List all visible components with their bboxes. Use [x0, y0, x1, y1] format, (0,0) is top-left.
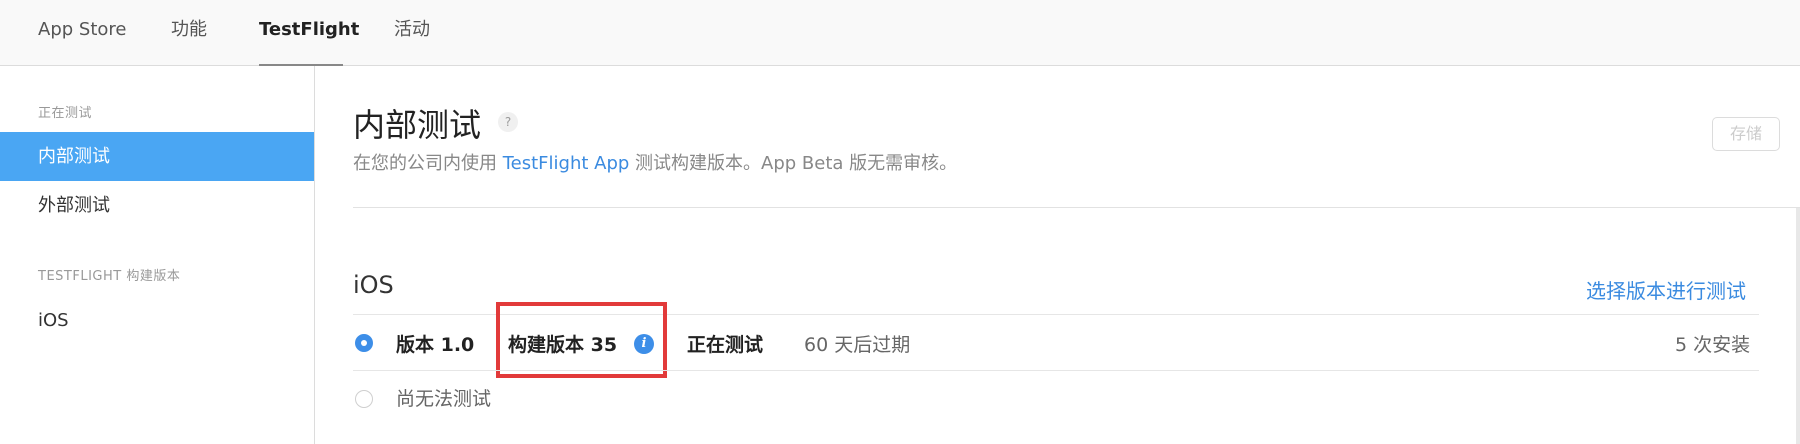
unavailable-label: 尚无法测试	[396, 388, 492, 410]
sidebar-section-testing: 正在测试	[38, 106, 93, 121]
tab-testflight[interactable]: TestFlight	[259, 0, 359, 66]
scroll-edge	[1796, 208, 1800, 444]
subtitle-text-pre: 在您的公司内使用	[353, 153, 503, 174]
tab-activity[interactable]: 活动	[394, 0, 430, 66]
sidebar-item-internal-testing[interactable]: 内部测试	[0, 132, 314, 181]
install-count: 5 次安装	[1675, 334, 1751, 356]
status-label: 正在测试	[687, 334, 764, 356]
save-button[interactable]: 存储	[1712, 117, 1780, 151]
page-subtitle: 在您的公司内使用 TestFlight App 测试构建版本。App Beta …	[353, 149, 957, 175]
testflight-app-link[interactable]: TestFlight App	[503, 153, 630, 174]
build-highlight-box	[496, 302, 667, 378]
subtitle-text-post: 测试构建版本。App Beta 版无需审核。	[629, 153, 958, 174]
tab-features[interactable]: 功能	[171, 0, 207, 66]
main-content: 内部测试 ? 在您的公司内使用 TestFlight App 测试构建版本。Ap…	[315, 66, 1800, 444]
tab-app-store[interactable]: App Store	[38, 0, 126, 66]
page-title: 内部测试	[353, 106, 482, 144]
header-divider	[353, 207, 1800, 208]
sidebar-section-builds: TESTFLIGHT 构建版本	[38, 269, 181, 284]
build-radio-selected[interactable]	[355, 334, 373, 352]
top-tab-bar: App Store 功能 TestFlight 活动	[0, 0, 1800, 66]
sidebar-item-external-testing[interactable]: 外部测试	[0, 181, 314, 230]
version-label: 版本 1.0	[396, 334, 475, 356]
row-divider	[353, 370, 1759, 371]
help-icon[interactable]: ?	[498, 112, 518, 132]
sidebar-item-ios[interactable]: iOS	[0, 296, 314, 345]
sidebar: 正在测试 内部测试 外部测试 TESTFLIGHT 构建版本 iOS	[0, 66, 315, 444]
unavailable-radio[interactable]	[355, 390, 373, 408]
select-build-link[interactable]: 选择版本进行测试	[1586, 275, 1746, 304]
platform-title: iOS	[353, 271, 394, 299]
expiry-label: 60 天后过期	[804, 334, 911, 356]
